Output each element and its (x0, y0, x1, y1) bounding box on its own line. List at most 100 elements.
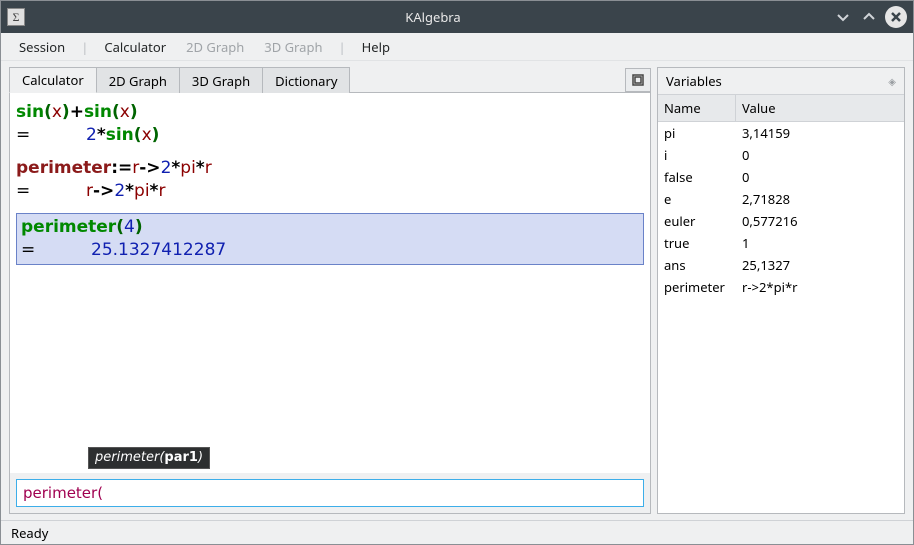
menu-help[interactable]: Help (352, 34, 400, 60)
titlebar: Σ KAlgebra (1, 1, 913, 33)
token-var: pi (134, 181, 150, 201)
menu-3d-graph[interactable]: 3D Graph (254, 34, 332, 60)
token-var: x (52, 102, 62, 122)
menu-2d-graph[interactable]: 2D Graph (176, 34, 254, 60)
token-kw: perimeter (16, 158, 111, 178)
variable-value: 0,577216 (742, 212, 898, 230)
variable-value: 0 (742, 146, 898, 164)
token-var: x (142, 125, 152, 145)
output-entry-selected[interactable]: perimeter(4) =25.1327412287 (16, 213, 644, 265)
variable-value: 2,71828 (742, 190, 898, 208)
variable-name: e (664, 190, 742, 208)
variable-name: ans (664, 256, 742, 274)
variable-name: euler (664, 212, 742, 230)
expression-input[interactable]: perimeter( (16, 479, 644, 507)
token-var: r (86, 181, 93, 201)
token-paren: ( (116, 217, 124, 237)
minimize-button[interactable] (833, 7, 853, 27)
panel-grip-icon[interactable]: ◈ (888, 74, 896, 88)
content-area: Calculator 2D Graph 3D Graph Dictionary … (1, 61, 913, 520)
variable-name: pi (664, 124, 742, 142)
token-paren: ) (62, 102, 70, 122)
token-op: * (196, 158, 205, 178)
variable-value: 25,1327 (742, 256, 898, 274)
token-var: r (158, 181, 165, 201)
token-var: x (120, 102, 130, 122)
tab-bar: Calculator 2D Graph 3D Graph Dictionary (9, 67, 651, 93)
status-bar: Ready (1, 520, 913, 544)
token-num: 2 (86, 125, 97, 145)
variable-name: perimeter (664, 278, 742, 296)
variable-row[interactable]: e2,71828 (658, 188, 904, 210)
variables-table-body[interactable]: pi3,14159i0false0e2,71828euler0,577216tr… (658, 122, 904, 513)
variable-value: r->2*pi*r (742, 278, 898, 296)
output-entry[interactable]: perimeter:=r->2*pi*r =r->2*pi*r (16, 157, 644, 203)
tab-calculator[interactable]: Calculator (9, 67, 97, 93)
result-value: 25.1327412287 (91, 240, 226, 260)
output-entry[interactable]: sin(x)+sin(x) =2*sin(x) (16, 101, 644, 147)
variable-row[interactable]: ans25,1327 (658, 254, 904, 276)
variable-row[interactable]: euler0,577216 (658, 210, 904, 232)
token-op: * (125, 181, 134, 201)
token-fn: perimeter (21, 217, 116, 237)
token-paren: ( (44, 102, 52, 122)
col-header-name[interactable]: Name (658, 95, 736, 121)
token-op: * (97, 125, 106, 145)
variable-value: 0 (742, 168, 898, 186)
window-controls (833, 6, 907, 28)
tab-3d-graph[interactable]: 3D Graph (179, 67, 263, 93)
menu-session[interactable]: Session (9, 34, 75, 60)
tab-dictionary[interactable]: Dictionary (262, 67, 350, 93)
variable-row[interactable]: i0 (658, 144, 904, 166)
main-column: Calculator 2D Graph 3D Graph Dictionary … (9, 67, 651, 514)
variable-row[interactable]: false0 (658, 166, 904, 188)
token-paren: ) (135, 217, 143, 237)
equals-label: = (16, 124, 86, 147)
token-fn: sin (84, 102, 112, 122)
variables-panel: Variables ◈ Name Value pi3,14159i0false0… (657, 67, 905, 514)
input-value: perimeter( (23, 484, 103, 502)
token-paren: ) (152, 125, 160, 145)
variables-table-header: Name Value (658, 94, 904, 122)
variable-row[interactable]: perimeterr->2*pi*r (658, 276, 904, 298)
menu-separator: | (332, 38, 351, 56)
token-var: pi (180, 158, 196, 178)
maximize-button[interactable] (859, 7, 879, 27)
calculator-panel: sin(x)+sin(x) =2*sin(x) perimeter:=r->2*… (9, 92, 651, 514)
tab-2d-graph[interactable]: 2D Graph (96, 67, 180, 93)
token-paren: ( (112, 102, 120, 122)
window-title: KAlgebra (33, 8, 833, 26)
token-num: 2 (161, 158, 172, 178)
token-op: + (70, 102, 84, 122)
token-num: 2 (114, 181, 125, 201)
variable-name: false (664, 168, 742, 186)
token-paren: ( (134, 125, 142, 145)
menu-separator: | (75, 38, 94, 56)
variables-panel-header[interactable]: Variables ◈ (658, 68, 904, 94)
variable-row[interactable]: pi3,14159 (658, 122, 904, 144)
variable-name: i (664, 146, 742, 164)
variable-row[interactable]: true1 (658, 232, 904, 254)
variable-value: 3,14159 (742, 124, 898, 142)
col-header-value[interactable]: Value (736, 95, 904, 121)
variable-name: true (664, 234, 742, 252)
status-text: Ready (11, 524, 48, 542)
token-op: := (111, 158, 132, 178)
token-var: r (205, 158, 212, 178)
equals-label: = (16, 180, 86, 203)
token-fn: sin (16, 102, 44, 122)
autocomplete-tooltip: perimeter(par1) (88, 447, 210, 469)
menubar: Session | Calculator 2D Graph 3D Graph |… (1, 33, 913, 61)
app-icon: Σ (7, 8, 25, 26)
token-fn: sin (106, 125, 134, 145)
token-arrow: -> (139, 158, 160, 178)
variables-title: Variables (666, 72, 888, 90)
tab-overflow-button[interactable] (625, 68, 651, 92)
variable-value: 1 (742, 234, 898, 252)
close-button[interactable] (885, 6, 907, 28)
menu-calculator[interactable]: Calculator (94, 34, 176, 60)
output-area[interactable]: sin(x)+sin(x) =2*sin(x) perimeter:=r->2*… (10, 93, 650, 473)
token-arrow: -> (93, 181, 114, 201)
equals-label: = (21, 239, 91, 262)
token-num: 4 (124, 217, 135, 237)
